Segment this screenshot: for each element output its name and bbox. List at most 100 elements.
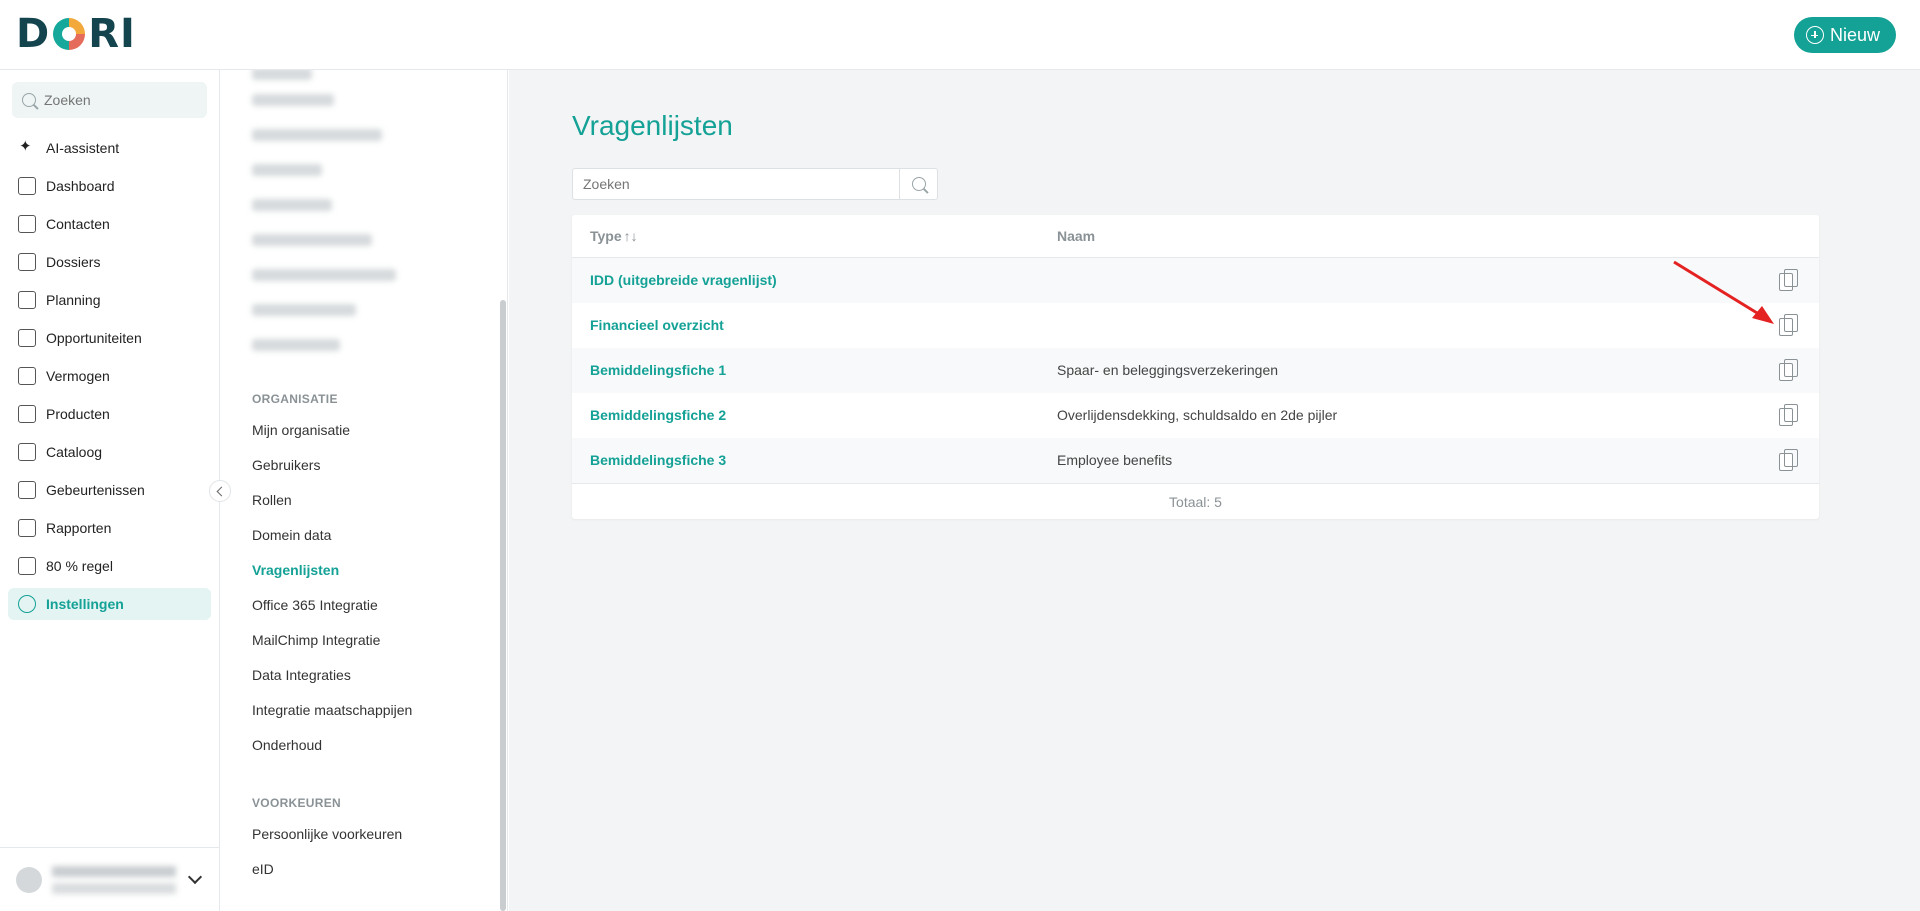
sidebar-item-label: Dossiers	[46, 254, 101, 270]
sidebar-item-producten[interactable]: Producten	[8, 398, 211, 430]
page-title: Vragenlijsten	[572, 110, 733, 141]
subnav-item-rollen[interactable]: Rollen	[252, 492, 292, 508]
table-row: Bemiddelingsfiche 3 Employee benefits	[572, 438, 1819, 483]
settings-subnav: ORGANISATIE Mijn organisatie Gebruikers Ro…	[220, 70, 508, 911]
folder-icon	[18, 253, 36, 271]
sidebar-item-cataloog[interactable]: Cataloog	[8, 436, 211, 468]
user-name-blurred	[52, 865, 176, 894]
sidebar-item-gebeurtenissen[interactable]: Gebeurtenissen	[8, 474, 211, 506]
blurred-nav-item	[252, 339, 340, 351]
wallet-icon	[18, 367, 36, 385]
copy-icon[interactable]	[1779, 314, 1799, 336]
subnav-item-gebruikers[interactable]: Gebruikers	[252, 457, 320, 473]
blurred-nav-item	[252, 234, 372, 246]
events-icon	[18, 481, 36, 499]
column-header-type[interactable]: Type ↑↓	[590, 228, 638, 244]
blurred-nav-item	[252, 94, 334, 106]
subnav-item-onderhoud[interactable]: Onderhoud	[252, 737, 322, 753]
copy-icon[interactable]	[1779, 404, 1799, 426]
sidebar-item-rapporten[interactable]: Rapporten	[8, 512, 211, 544]
collapse-sidebar-button[interactable]	[209, 480, 231, 502]
table-total: Totaal: 5	[572, 483, 1819, 519]
questionnaire-name: Overlijdensdekking, schuldsaldo en 2de p…	[1057, 407, 1338, 423]
subnav-item-mijn-organisatie[interactable]: Mijn organisatie	[252, 422, 350, 438]
avatar	[16, 866, 42, 893]
sidebar-item-label: Vermogen	[46, 368, 110, 384]
arrow-shaft	[1673, 260, 1763, 318]
blurred-nav-item	[252, 304, 356, 316]
sidebar-item-80-regel[interactable]: 80 % regel	[8, 550, 211, 582]
subnav-item-persoonlijke-voorkeuren[interactable]: Persoonlijke voorkeuren	[252, 826, 402, 842]
copy-icon[interactable]	[1779, 359, 1799, 381]
annotation-arrow	[1673, 260, 1774, 324]
list-search-button[interactable]	[899, 169, 937, 199]
sidebar-item-ai-assistent[interactable]: AI-assistent	[8, 132, 211, 164]
top-bar: D RI Nieuw	[0, 0, 1920, 70]
handshake-icon	[18, 215, 36, 233]
catalog-icon	[18, 443, 36, 461]
subnav-item-integratie-maatschappijen[interactable]: Integratie maatschappijen	[252, 702, 412, 718]
report-icon	[18, 519, 36, 537]
questionnaire-type-link[interactable]: Bemiddelingsfiche 2	[590, 407, 726, 423]
plus-circle-icon	[1805, 26, 1824, 44]
sidebar-item-label: AI-assistent	[46, 140, 120, 156]
new-button[interactable]: Nieuw	[1793, 17, 1896, 53]
table-row: Financieel overzicht	[572, 303, 1819, 348]
copy-icon[interactable]	[1779, 449, 1799, 471]
sidebar-item-opportuniteiten[interactable]: Opportuniteiten	[8, 322, 211, 354]
table-row: Bemiddelingsfiche 1 Spaar- en beleggingsv…	[572, 348, 1819, 393]
sidebar-search[interactable]	[12, 82, 207, 118]
main-content: Vragenlijsten Type↑↓ Naam IDD (uitgebrei…	[509, 70, 1920, 911]
product-icon	[18, 405, 36, 423]
sidebar-item-contacten[interactable]: Contacten	[8, 208, 211, 240]
section-heading-voorkeuren: VOORKEUREN	[252, 796, 342, 810]
sidebar-item-label: Planning	[46, 292, 101, 308]
blurred-nav-item	[252, 70, 312, 80]
lightbulb-icon	[18, 329, 36, 347]
subnav-item-mailchimp-integratie[interactable]: MailChimp Integratie	[252, 632, 380, 648]
questionnaire-name: Employee benefits	[1057, 452, 1173, 468]
search-icon	[22, 93, 36, 107]
subnav-item-vragenlijsten[interactable]: Vragenlijsten	[252, 562, 339, 578]
copy-icon[interactable]	[1779, 269, 1799, 291]
sidebar-item-dossiers[interactable]: Dossiers	[8, 246, 211, 278]
sidebar-search-input[interactable]	[44, 92, 194, 108]
user-profile-bar[interactable]	[0, 847, 220, 911]
sidebar-item-label: Instellingen	[46, 596, 124, 612]
table-body: IDD (uitgebreide vragenlijst) Financieel …	[572, 258, 1819, 483]
dori-logo[interactable]: D RI	[16, 11, 136, 57]
sidebar-item-planning[interactable]: Planning	[8, 284, 211, 316]
sidebar-item-label: Gebeurtenissen	[46, 482, 145, 498]
table-row: IDD (uitgebreide vragenlijst)	[572, 258, 1819, 303]
sidebar-item-label: Opportuniteiten	[46, 330, 142, 346]
sidebar-item-label: Cataloog	[46, 444, 103, 460]
main-sidebar: AI-assistent Dashboard Contacten Dossiers Pl…	[0, 70, 220, 911]
column-header-name: Naam	[1057, 228, 1096, 244]
sidebar-item-vermogen[interactable]: Vermogen	[8, 360, 211, 392]
questionnaire-type-link[interactable]: Financieel overzicht	[590, 317, 724, 333]
subnav-item-data-integraties[interactable]: Data Integraties	[252, 667, 351, 683]
questionnaire-table: Type ↑↓ Naam IDD (uitgebreide vragenlijst…	[572, 215, 1819, 519]
sidebar-item-label: Producten	[46, 406, 110, 422]
questionnaire-type-link[interactable]: Bemiddelingsfiche 1	[590, 362, 726, 378]
gear-icon	[18, 595, 36, 613]
rule-icon	[18, 557, 36, 575]
subnav-scrollbar[interactable]	[500, 300, 506, 911]
subnav-item-domein-data[interactable]: Domein data	[252, 527, 331, 543]
sidebar-item-instellingen[interactable]: Instellingen	[8, 588, 211, 620]
table-row: Bemiddelingsfiche 2 Overlijdensdekking, s…	[572, 393, 1819, 438]
questionnaire-type-link[interactable]: Bemiddelingsfiche 3	[590, 452, 726, 468]
section-heading-organisatie: ORGANISATIE	[252, 392, 338, 406]
blurred-nav-item	[252, 129, 382, 141]
subnav-item-eid[interactable]: eID	[252, 861, 274, 877]
subnav-item-office-365-integratie[interactable]: Office 365 Integratie	[252, 597, 378, 613]
chevron-down-icon[interactable]	[187, 869, 203, 885]
questionnaire-type-link[interactable]: IDD (uitgebreide vragenlijst)	[590, 272, 777, 288]
list-search-input[interactable]	[573, 169, 899, 199]
dashboard-icon	[18, 177, 36, 195]
sidebar-nav: AI-assistent Dashboard Contacten Dossiers Pl…	[8, 132, 211, 626]
sidebar-item-dashboard[interactable]: Dashboard	[8, 170, 211, 202]
arrow-head	[1752, 306, 1774, 324]
sidebar-item-label: Contacten	[46, 216, 110, 232]
blurred-nav-item	[252, 199, 332, 211]
